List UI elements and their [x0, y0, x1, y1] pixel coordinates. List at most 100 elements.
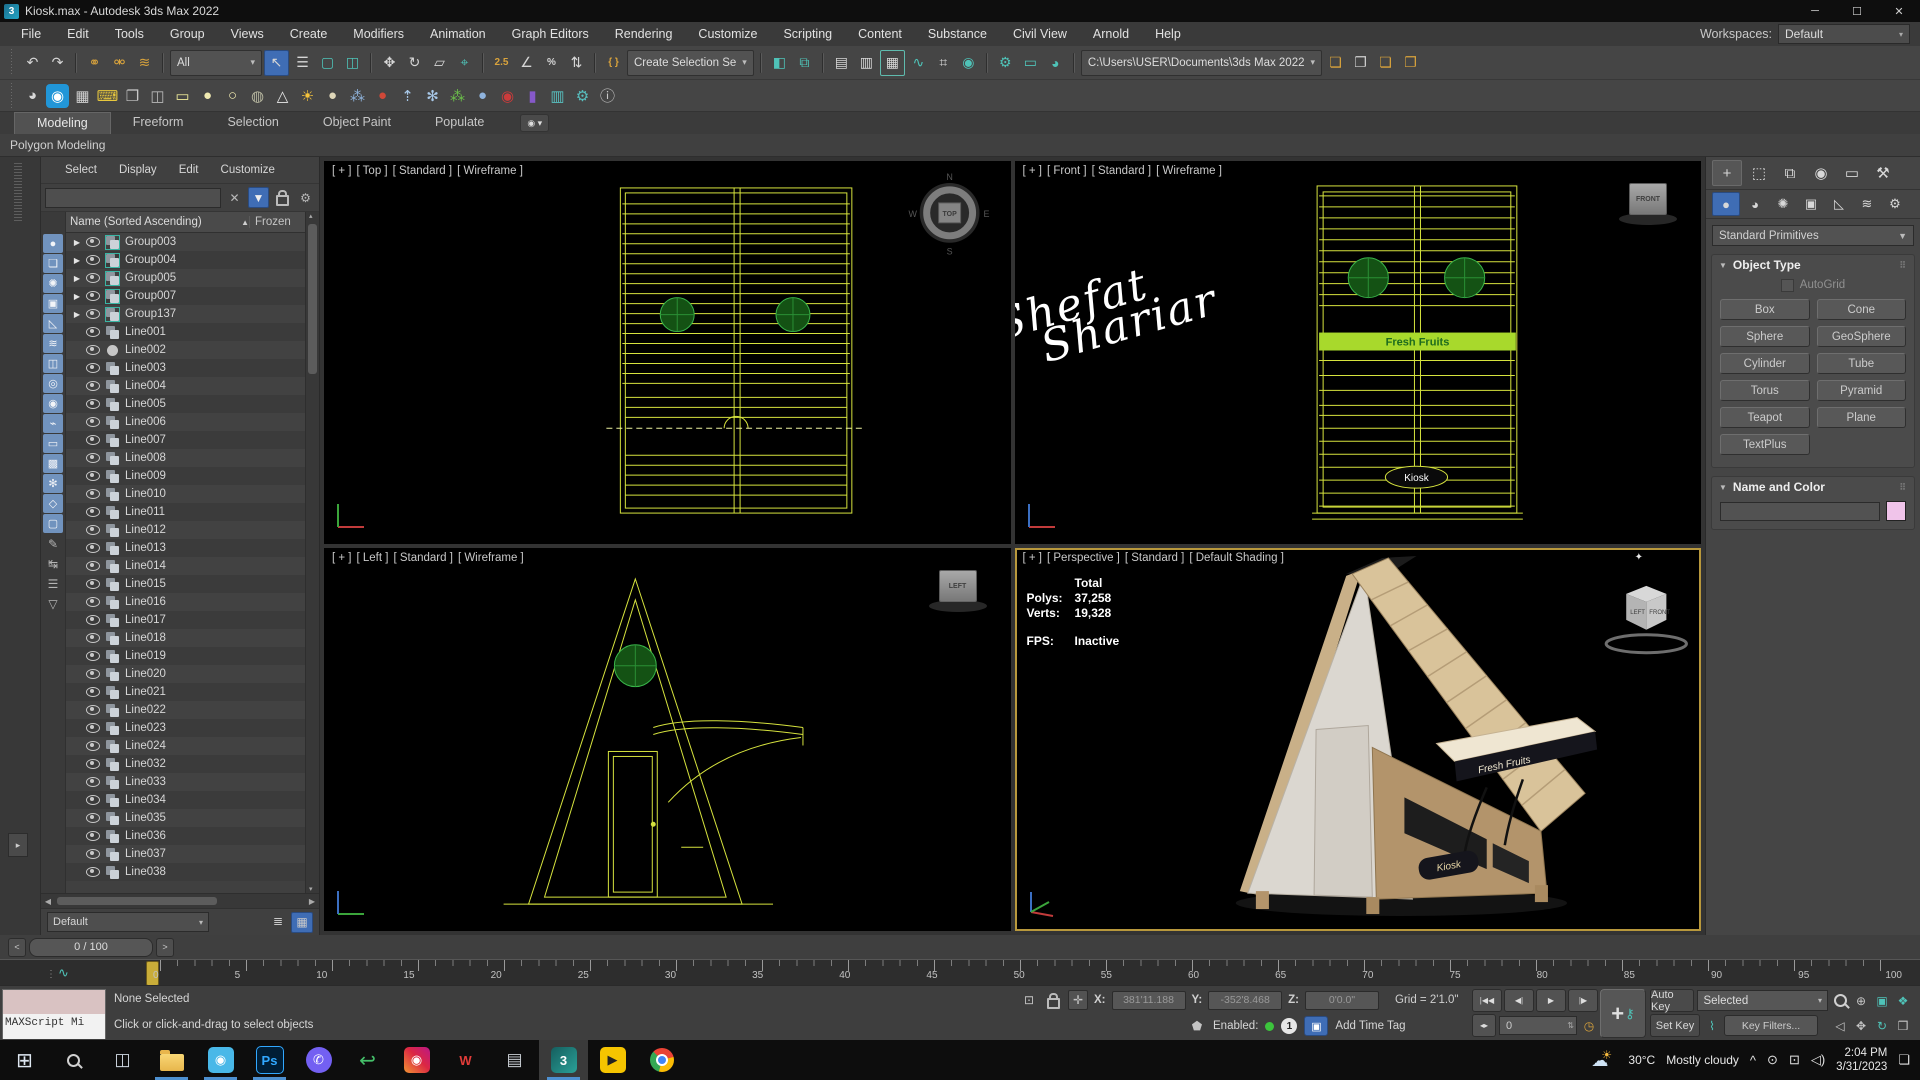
object-color-swatch[interactable]: [1886, 501, 1906, 521]
instagram-button[interactable]: ◉ ◉: [392, 1040, 441, 1080]
zoom-extents-all-icon[interactable]: ❖: [1894, 992, 1912, 1010]
visibility-eye-icon[interactable]: [86, 615, 100, 625]
sync-selection-icon[interactable]: ↹: [43, 554, 63, 573]
menu-item[interactable]: Animation: [417, 22, 499, 46]
space-warps-category-icon[interactable]: ≋: [1854, 193, 1880, 215]
scene-explorer-row[interactable]: Line037: [66, 845, 305, 863]
material-editor-icon[interactable]: ◉: [957, 51, 980, 75]
shapes-category-icon[interactable]: ◕: [1742, 193, 1768, 215]
movavi-button[interactable]: ◉ ◉: [196, 1040, 245, 1080]
display-materials-filter-icon[interactable]: ◉: [43, 394, 63, 413]
filter-funnel-icon[interactable]: ▼: [248, 187, 269, 208]
volume-icon[interactable]: ◁): [1811, 1052, 1825, 1068]
primitive-button[interactable]: Tube: [1816, 353, 1906, 374]
display-hidden-filter-icon[interactable]: ◇: [43, 494, 63, 513]
systems-category-icon[interactable]: ⚙: [1882, 193, 1908, 215]
percent-snap-icon[interactable]: %: [540, 51, 563, 75]
viewport-corner-icon[interactable]: ✦: [1635, 552, 1643, 563]
visibility-eye-icon[interactable]: [86, 867, 100, 877]
viewport-label-segment[interactable]: [ + ]: [1023, 552, 1043, 564]
scene-explorer-row[interactable]: Line008: [66, 449, 305, 467]
expand-arrow-icon[interactable]: [72, 310, 82, 319]
maxscript-mini-listener[interactable]: MAXScript Mi: [2, 989, 106, 1039]
scene-explorer-row[interactable]: Line023: [66, 719, 305, 737]
visibility-eye-icon[interactable]: [86, 237, 100, 247]
display-containers-filter-icon[interactable]: ▭: [43, 434, 63, 453]
next-frame-button[interactable]: |▶: [1568, 989, 1598, 1012]
red-balls-icon[interactable]: ◉: [496, 84, 519, 108]
display-groups-filter-icon[interactable]: ◫: [43, 354, 63, 373]
menu-item[interactable]: File: [8, 22, 54, 46]
mini-curve-editor-icon[interactable]: ∿: [46, 965, 69, 981]
display-geometry-filter-icon[interactable]: ●: [43, 234, 63, 253]
viewport-label-segment[interactable]: [ Wireframe ]: [457, 165, 523, 177]
toggle-ribbon-icon[interactable]: ▦: [879, 49, 905, 76]
selection-filter-dropdown[interactable]: All ▾: [170, 49, 262, 76]
display-objects-filter-icon[interactable]: ▩: [43, 454, 63, 473]
ribbon-config-button[interactable]: ◉ ▾: [520, 114, 550, 132]
named-selection-sets-dropdown[interactable]: Create Selection Se ▾: [627, 49, 754, 76]
camera-icon[interactable]: ◫: [146, 84, 169, 108]
player-button[interactable]: ▶ ▶: [588, 1040, 637, 1080]
menu-item[interactable]: Graph Editors: [499, 22, 602, 46]
scene-explorer-row[interactable]: Line013: [66, 539, 305, 557]
visibility-eye-icon[interactable]: [86, 381, 100, 391]
wps-office-button[interactable]: W: [441, 1040, 490, 1080]
visibility-eye-icon[interactable]: [86, 345, 100, 355]
unlink-selection-icon[interactable]: ⚮: [108, 51, 131, 75]
select-and-move-icon[interactable]: ✥: [378, 51, 401, 75]
expand-arrow-icon[interactable]: [72, 274, 82, 283]
scene-explorer-row[interactable]: Line022: [66, 701, 305, 719]
visibility-eye-icon[interactable]: [86, 777, 100, 787]
primitive-button[interactable]: Cylinder: [1720, 353, 1810, 374]
meet-now-icon[interactable]: ⊙: [1767, 1052, 1778, 1068]
visibility-eye-icon[interactable]: [86, 489, 100, 499]
display-xrefs-filter-icon[interactable]: ◎: [43, 374, 63, 393]
dock-expand-button[interactable]: ▸: [8, 833, 28, 857]
primitive-button[interactable]: Pyramid: [1816, 380, 1906, 401]
scene-explorer-row[interactable]: Line032: [66, 755, 305, 773]
notification-center-icon[interactable]: ❏: [1898, 1052, 1910, 1068]
viewport-front[interactable]: Fresh Fruits Kiosk Shefat Shariar FRONT: [1014, 161, 1701, 544]
autogrid-checkbox[interactable]: [1780, 278, 1794, 292]
menu-item[interactable]: Help: [1142, 22, 1194, 46]
explorer-menu-item[interactable]: Display: [109, 164, 167, 176]
tab-populate[interactable]: Populate: [413, 112, 506, 134]
tab-selection[interactable]: Selection: [205, 112, 300, 134]
visibility-eye-icon[interactable]: [86, 417, 100, 427]
select-by-name-icon[interactable]: ☰: [291, 51, 314, 75]
edit-named-selection-sets-icon[interactable]: { }: [602, 51, 625, 75]
visibility-eye-icon[interactable]: [86, 453, 100, 463]
rendered-frame-window-icon[interactable]: ▭: [1019, 51, 1042, 75]
next-frame-spinner[interactable]: >: [156, 937, 174, 957]
mirror-icon[interactable]: ◧: [768, 51, 791, 75]
camera-settings-icon[interactable]: ⚙: [571, 84, 594, 108]
expand-arrow-icon[interactable]: [72, 292, 82, 301]
explorer-menu-item[interactable]: Select: [55, 164, 107, 176]
primitives-category-dropdown[interactable]: Standard Primitives ▼: [1712, 225, 1914, 246]
oval-light-icon[interactable]: ●: [196, 84, 219, 108]
workspace-dropdown[interactable]: Default ▾: [1778, 24, 1910, 44]
scene-explorer-row[interactable]: Line004: [66, 377, 305, 395]
tab-object-paint[interactable]: Object Paint: [301, 112, 413, 134]
browser-app-icon[interactable]: ◉: [46, 83, 69, 108]
viewport-label-segment[interactable]: [ Standard ]: [393, 165, 452, 177]
clear-search-icon[interactable]: ✕: [225, 188, 244, 207]
compass-rose[interactable]: TOP N E S W: [908, 172, 989, 257]
display-sets-filter-icon[interactable]: ▢: [43, 514, 63, 533]
play-button[interactable]: ▶: [1536, 989, 1566, 1012]
balloon-icon[interactable]: ●: [371, 84, 394, 108]
state-sets-icon[interactable]: ❐: [121, 84, 144, 108]
visibility-eye-icon[interactable]: [86, 543, 100, 553]
visibility-eye-icon[interactable]: [86, 327, 100, 337]
display-settings-icon[interactable]: ▥: [546, 84, 569, 108]
visibility-eye-icon[interactable]: [86, 669, 100, 679]
menu-item[interactable]: Customize: [685, 22, 770, 46]
maxscript-macro-recorder[interactable]: [3, 990, 105, 1014]
explorer-menu-item[interactable]: Edit: [169, 164, 209, 176]
new-project-folder-icon[interactable]: ❏: [1324, 51, 1347, 75]
viewport-label-segment[interactable]: [ Wireframe ]: [458, 552, 524, 564]
scene-explorer-row[interactable]: Line009: [66, 467, 305, 485]
auto-key-button[interactable]: Auto Key: [1650, 989, 1695, 1013]
scene-explorer-row[interactable]: Line011: [66, 503, 305, 521]
